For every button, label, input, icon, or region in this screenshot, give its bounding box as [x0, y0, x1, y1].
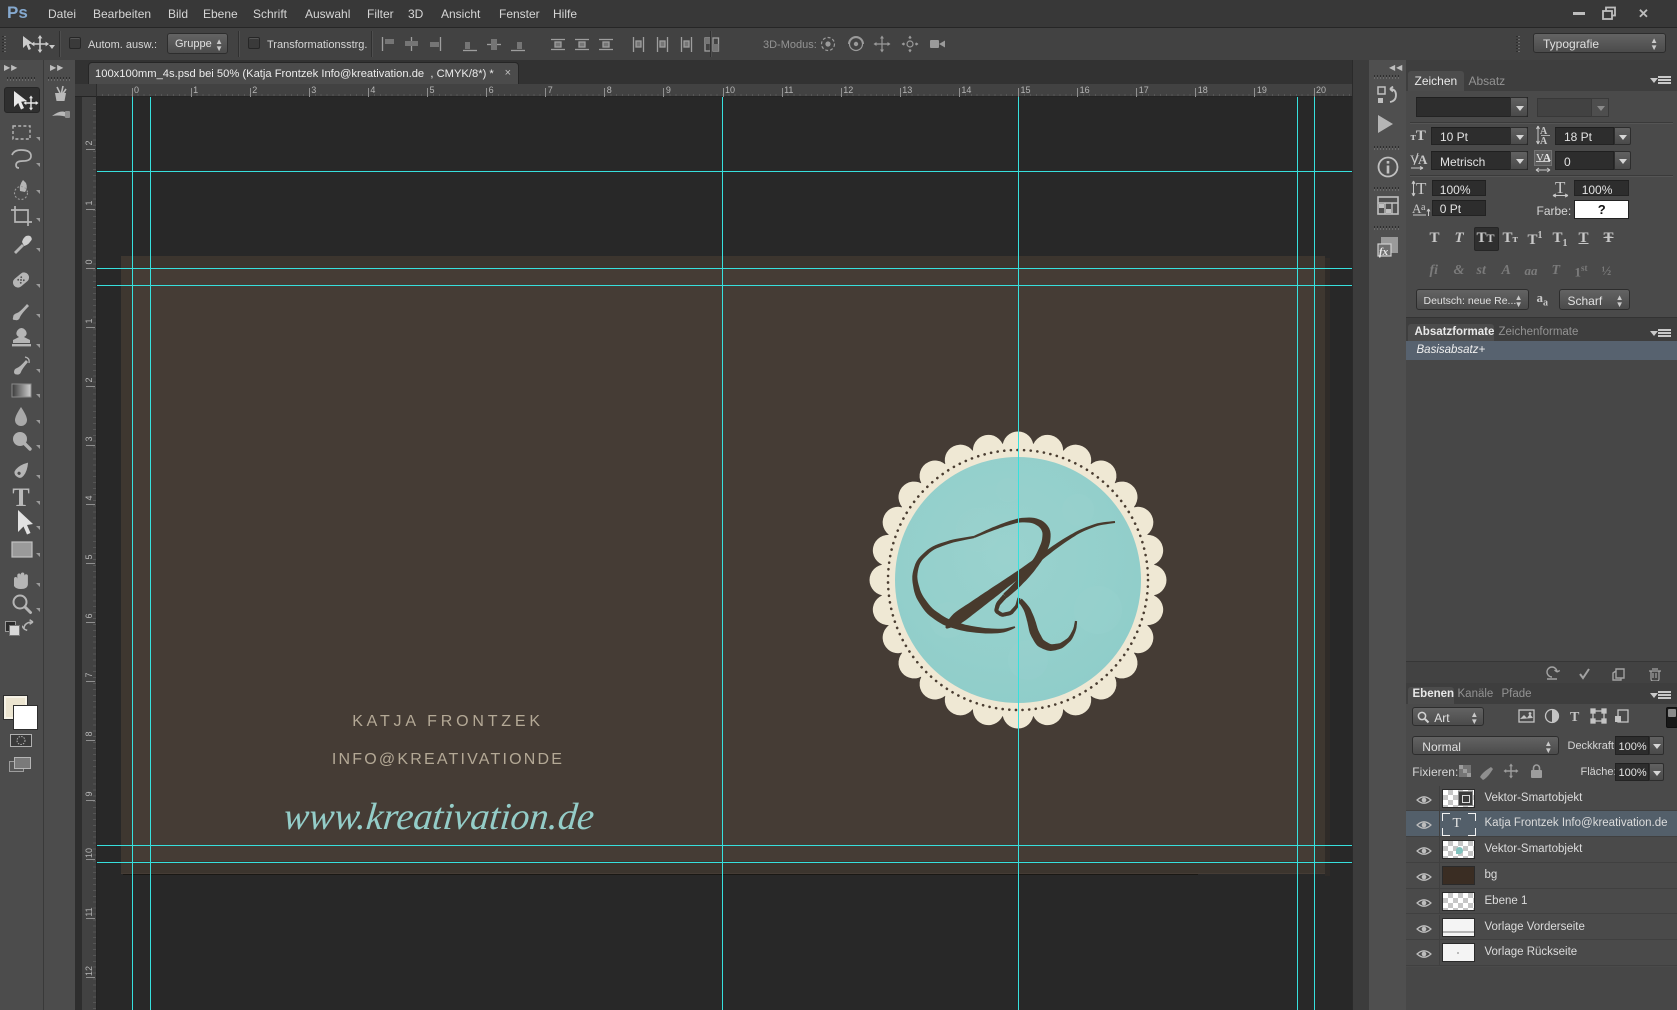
svg-text:T: T [1570, 710, 1580, 725]
svg-text:a: a [1421, 202, 1426, 213]
svg-text:A: A [1543, 152, 1551, 164]
svg-text:fx: fx [1379, 246, 1389, 258]
svg-text:T: T [12, 483, 29, 512]
svg-text:T: T [1555, 179, 1566, 197]
svg-text:T: T [1416, 179, 1427, 198]
svg-text:A: A [1540, 136, 1548, 146]
svg-text:A: A [1418, 152, 1428, 167]
